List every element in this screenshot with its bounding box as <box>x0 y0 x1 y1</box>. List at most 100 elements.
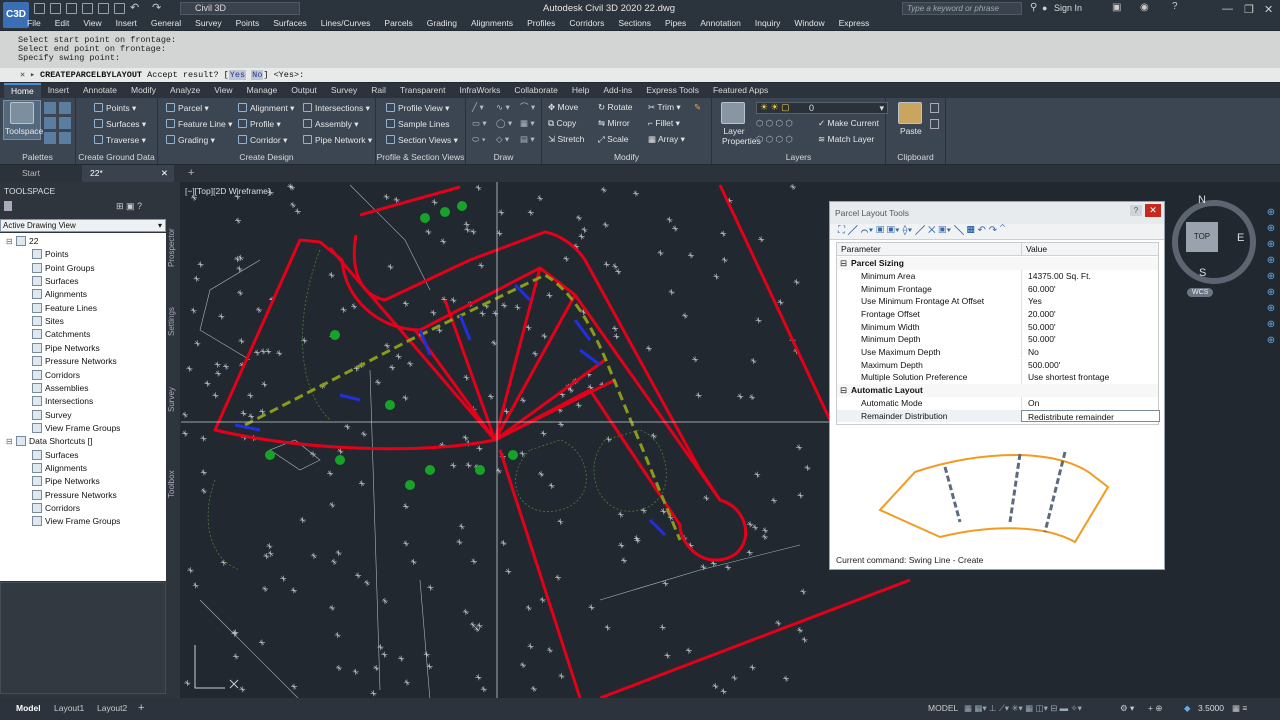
traverse-button[interactable]: Traverse ▾ <box>94 135 146 146</box>
ribbon-tab[interactable]: Help <box>565 83 596 98</box>
grid-section[interactable]: ⊟ Automatic Layout <box>837 383 1158 397</box>
model-space-button[interactable]: MODEL <box>928 698 958 720</box>
grid-row[interactable]: Use Maximum Depth No <box>837 345 1158 359</box>
menu-item[interactable]: Lines/Curves <box>314 17 378 29</box>
workspace-dropdown[interactable]: Civil 3D <box>180 2 300 15</box>
tree-node[interactable]: Corridors <box>22 369 80 382</box>
tool-palettes-icon[interactable] <box>59 102 71 114</box>
ribbon-tab[interactable]: Express Tools <box>639 83 706 98</box>
parameter-value[interactable]: Use shortest frontage <box>1021 371 1160 384</box>
mirror-button[interactable]: ⇋ Mirror <box>598 118 630 129</box>
copy-clip-icon[interactable] <box>930 119 939 129</box>
layer-icon[interactable] <box>59 132 71 144</box>
menu-item[interactable]: Parcels <box>377 17 419 29</box>
ribbon-tab[interactable]: Transparent <box>393 83 453 98</box>
parameter-value[interactable]: 50.000' <box>1021 320 1160 334</box>
paste-icon[interactable] <box>898 102 922 124</box>
array-button[interactable]: ▦ Array ▾ <box>648 134 685 145</box>
save-as-icon[interactable] <box>82 3 93 14</box>
annotation-scale[interactable]: 3.5000 <box>1198 698 1224 720</box>
panel-label-draw[interactable]: Draw <box>466 152 541 162</box>
stretch-button[interactable]: ⇲ Stretch <box>548 134 584 145</box>
tab-toolbox[interactable]: Toolbox <box>167 464 179 504</box>
menu-item[interactable]: Annotation <box>693 17 748 29</box>
panel-label-design[interactable]: Create Design <box>158 152 375 162</box>
parameter-value[interactable]: 20.000' <box>1021 307 1160 321</box>
redo-icon[interactable]: ↷ <box>152 1 161 14</box>
corridor-button[interactable]: Corridor ▾ <box>238 135 287 146</box>
tree-node[interactable]: Pipe Networks <box>22 342 100 355</box>
ribbon-tab[interactable]: View <box>207 83 239 98</box>
tree-node[interactable]: Alignments <box>22 462 87 475</box>
close-icon[interactable]: ✕ <box>20 68 25 82</box>
grid-row[interactable]: Multiple Solution Preference Use shortest… <box>837 371 1158 384</box>
tree-node[interactable]: Corridors <box>22 502 80 515</box>
minimize-icon[interactable]: — <box>1222 3 1233 15</box>
tree-node[interactable]: Alignments <box>22 288 87 301</box>
parameter-value[interactable]: Redistribute remainder <box>1021 409 1160 423</box>
make-current-button[interactable]: ✓ Make Current <box>818 118 879 129</box>
new-icon[interactable] <box>34 3 45 14</box>
add-layout-icon[interactable]: + <box>138 698 144 720</box>
grid-row[interactable]: Remainder Distribution Redistribute remai… <box>837 409 1160 423</box>
ribbon-tab[interactable]: Insert <box>41 83 76 98</box>
surfaces-button[interactable]: Surfaces ▾ <box>94 119 146 130</box>
menu-item[interactable]: Grading <box>420 17 464 29</box>
panel-label-layers[interactable]: Layers <box>712 152 885 162</box>
tree-node[interactable]: View Frame Groups <box>22 515 120 528</box>
grid-row[interactable]: Use Minimum Frontage At Offset Yes <box>837 295 1158 308</box>
tree-node[interactable]: Intersections <box>22 395 93 408</box>
option-no[interactable]: No <box>251 70 264 80</box>
tree-node[interactable]: Catchments <box>22 328 90 341</box>
region-icon[interactable]: ◇ ▾ <box>496 134 509 145</box>
copy-button[interactable]: ⧉ Copy <box>548 118 576 129</box>
tab-settings[interactable]: Settings <box>167 302 179 342</box>
menu-item[interactable]: Window <box>787 17 831 29</box>
menu-item[interactable]: Insert <box>109 17 144 29</box>
panel-label-modify[interactable]: Modify <box>542 152 711 162</box>
tab-layout2[interactable]: Layout2 <box>97 698 127 720</box>
undo-icon[interactable]: ↶ <box>130 1 139 14</box>
open-icon[interactable] <box>50 3 61 14</box>
tree-node[interactable]: ⊟ 22 <box>6 235 38 248</box>
web-mobile-icon[interactable] <box>98 3 109 14</box>
trim-button[interactable]: ✂ Trim ▾ <box>648 102 681 113</box>
ribbon-tab[interactable]: InfraWorks <box>452 83 507 98</box>
ribbon-tab[interactable]: Home <box>4 83 41 98</box>
rotate-button[interactable]: ↻ Rotate <box>598 102 633 113</box>
tab-layout1[interactable]: Layout1 <box>54 698 84 720</box>
menu-item[interactable]: General <box>144 17 188 29</box>
tree-node[interactable]: Feature Lines <box>22 302 97 315</box>
circle-icon[interactable]: ◯ ▾ <box>496 118 512 129</box>
menu-item[interactable]: Express <box>832 17 877 29</box>
tree-node[interactable]: Pressure Networks <box>22 489 117 502</box>
collapse-icon[interactable]: ⊟ <box>840 384 847 397</box>
menu-item[interactable]: Sections <box>611 17 658 29</box>
tab-model[interactable]: Model <box>16 698 41 720</box>
ellipse-icon[interactable]: ⬭ ▾ <box>472 134 486 145</box>
line-icon[interactable]: ╱ ▾ <box>472 102 484 113</box>
a360-icon[interactable]: ◉ <box>1140 2 1149 13</box>
new-tab-icon[interactable]: + <box>180 165 202 182</box>
hatch-icon[interactable]: ▦ ▾ <box>520 118 535 129</box>
paste-label[interactable]: Paste <box>900 126 922 137</box>
design-center-icon[interactable] <box>44 117 56 129</box>
grid-row[interactable]: Minimum Frontage 60.000' <box>837 282 1158 296</box>
tree-node[interactable]: Survey <box>22 409 71 422</box>
navigation-bar[interactable]: ⊕ ⊕ ⊕ ⊕ ⊕ ⊕ ⊕ ⊕ ⊕ <box>1264 205 1278 365</box>
expand-icon[interactable]: ⊟ <box>6 235 16 248</box>
cart-icon[interactable]: ▣ <box>1112 2 1121 13</box>
pipe-network-button[interactable]: Pipe Network ▾ <box>303 135 372 146</box>
ribbon-tab[interactable]: Collaborate <box>507 83 564 98</box>
ribbon-tab[interactable]: Survey <box>324 83 364 98</box>
tree-node[interactable]: ⊟ Data Shortcuts [] <box>6 435 92 448</box>
view-dropdown[interactable]: Active Drawing View ▾ <box>0 219 166 232</box>
scale-icon[interactable]: ◆ <box>1184 698 1191 720</box>
tree-node[interactable]: Point Groups <box>22 262 95 275</box>
close-icon[interactable]: ✕ <box>161 165 168 182</box>
tab-start[interactable]: Start <box>14 165 48 182</box>
viewcube-top[interactable]: TOP <box>1186 222 1218 252</box>
scale-button[interactable]: ⤢ Scale <box>598 134 628 145</box>
menu-item[interactable]: View <box>76 17 108 29</box>
polyline-icon[interactable]: ∿ ▾ <box>496 102 510 113</box>
